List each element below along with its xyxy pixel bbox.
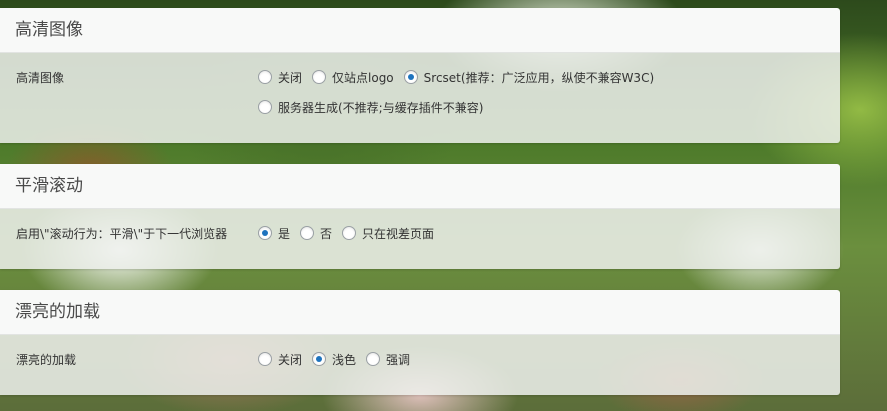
radio-option-server-generated[interactable]: 服务器生成(不推荐;与缓存插件不兼容) [258, 99, 483, 116]
radio-option-label: 仅站点logo [332, 70, 394, 85]
radio-option-label: Srcset(推荐：广泛应用，纵使不兼容W3C) [423, 70, 655, 85]
radio-button[interactable] [300, 226, 315, 240]
radio-option-yes[interactable]: 是 [258, 225, 290, 242]
radio-option-no[interactable]: 否 [300, 225, 332, 242]
radio-option-light[interactable]: 浅色 [312, 351, 356, 368]
radio-button[interactable] [258, 352, 272, 366]
panel-body: 高清图像 关闭 仅站点logo Srcset(推荐：广泛应用，纵使不兼容W3C) [0, 53, 840, 143]
radio-button-selected[interactable] [258, 226, 272, 240]
radio-option-srcset[interactable]: Srcset(推荐：广泛应用，纵使不兼容W3C) [403, 69, 655, 86]
radio-option-off[interactable]: 关闭 [258, 69, 302, 86]
radio-option-label: 关闭 [278, 70, 303, 85]
radio-option-off[interactable]: 关闭 [258, 351, 302, 368]
radio-option-label: 服务器生成(不推荐;与缓存插件不兼容) [278, 100, 484, 115]
radio-option-logo-only[interactable]: 仅站点logo [312, 69, 394, 86]
radio-option-label: 只在视差页面 [362, 226, 435, 241]
radio-button[interactable] [258, 100, 272, 114]
panel-title: 平滑滚动 [0, 164, 840, 209]
panel-title: 高清图像 [0, 8, 840, 53]
setting-label: 启用\"滚动行为：平滑\"于下一代浏览器 [16, 227, 228, 241]
radio-group: 关闭 仅站点logo Srcset(推荐：广泛应用，纵使不兼容W3C) 服务器生… [258, 67, 664, 127]
radio-group: 关闭 浅色 强调 [258, 349, 420, 379]
radio-button[interactable] [258, 70, 272, 84]
hd-images-panel: 高清图像 高清图像 关闭 仅站点logo Srcset(推荐：广泛应用，纵使不兼… [0, 8, 840, 143]
radio-option-label: 浅色 [332, 352, 357, 367]
radio-group: 是 否 只在视差页面 [258, 223, 444, 253]
panel-body: 启用\"滚动行为：平滑\"于下一代浏览器 是 否 只在视差页面 [0, 209, 840, 269]
setting-label: 高清图像 [16, 71, 65, 85]
setting-label: 漂亮的加载 [16, 353, 77, 367]
pretty-loading-panel: 漂亮的加载 漂亮的加载 关闭 浅色 强调 [0, 290, 840, 395]
smooth-scroll-panel: 平滑滚动 启用\"滚动行为：平滑\"于下一代浏览器 是 否 只在视差页面 [0, 164, 840, 269]
radio-button-selected[interactable] [403, 70, 418, 84]
radio-option-label: 否 [320, 226, 333, 241]
panel-title: 漂亮的加载 [0, 290, 840, 335]
radio-option-parallax-only[interactable]: 只在视差页面 [342, 225, 434, 242]
panel-body: 漂亮的加载 关闭 浅色 强调 [0, 335, 840, 395]
radio-button[interactable] [342, 226, 357, 240]
radio-option-label: 是 [278, 226, 291, 241]
radio-option-accent[interactable]: 强调 [366, 351, 410, 368]
radio-button-selected[interactable] [312, 352, 327, 366]
radio-button[interactable] [366, 352, 381, 366]
radio-button[interactable] [312, 70, 327, 84]
radio-option-label: 关闭 [278, 352, 303, 367]
radio-option-label: 强调 [386, 352, 411, 367]
